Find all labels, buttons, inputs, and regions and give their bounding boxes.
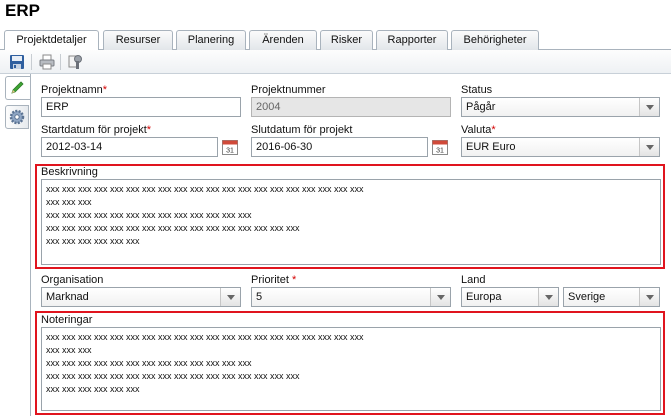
currency-value: EUR Euro xyxy=(466,141,516,153)
priority-select[interactable]: 5 xyxy=(251,287,451,307)
status-select[interactable]: Pågår xyxy=(461,97,660,117)
chevron-down-icon xyxy=(430,288,450,306)
organisation-value: Marknad xyxy=(46,291,89,303)
currency-label: Valuta* xyxy=(461,124,496,136)
tab-projektdetaljer[interactable]: Projektdetaljer xyxy=(4,30,99,51)
notes-line: xxx xxx xxx xxx xxx xxx xyxy=(46,384,140,394)
chevron-down-icon xyxy=(639,138,659,156)
tab-bar: Projektdetaljer Resurser Planering Ärend… xyxy=(0,30,671,51)
gear-icon xyxy=(9,109,25,125)
end-date-input[interactable]: 2016-06-30 xyxy=(251,137,428,157)
notes-textarea[interactable]: xxx xxx xxx xxx xxx xxx xxx xxx xxx xxx … xyxy=(41,327,661,411)
priority-value: 5 xyxy=(256,291,263,303)
status-value: Pågår xyxy=(466,101,496,113)
tab-arenden[interactable]: Ärenden xyxy=(249,30,317,50)
calendar-icon[interactable]: 31 xyxy=(221,138,239,156)
description-line: xxx xxx xxx xxx xxx xxx xxx xxx xxx xxx … xyxy=(46,223,300,233)
side-tab-edit[interactable] xyxy=(5,76,31,100)
project-name-label: Projektnamn* xyxy=(41,84,108,96)
tab-rapporter[interactable]: Rapporter xyxy=(376,30,448,50)
chevron-down-icon xyxy=(220,288,240,306)
save-icon[interactable] xyxy=(8,53,26,71)
print-icon[interactable] xyxy=(38,53,56,71)
tab-risker[interactable]: Risker xyxy=(320,30,373,50)
calendar-icon[interactable]: 31 xyxy=(431,138,449,156)
region-value: Europa xyxy=(466,291,502,303)
description-line: xxx xxx xxx xxx xxx xxx xyxy=(46,236,140,246)
country-label: Land xyxy=(461,274,486,286)
country-value: Sverige xyxy=(568,291,606,303)
notes-line: xxx xxx xxx xxx xxx xxx xxx xxx xxx xxx … xyxy=(46,358,252,368)
start-date-label: Startdatum för projekt* xyxy=(41,124,152,136)
priority-label: Prioritet * xyxy=(251,274,297,286)
project-name-input[interactable]: ERP xyxy=(41,97,241,117)
notes-line: xxx xxx xxx xxx xxx xxx xxx xxx xxx xxx … xyxy=(46,371,300,381)
notes-label: Noteringar xyxy=(41,314,93,326)
toolbar xyxy=(0,50,671,74)
notes-line: xxx xxx xxx xyxy=(46,345,92,355)
notes-line: xxx xxx xxx xxx xxx xxx xxx xxx xxx xxx … xyxy=(46,332,364,342)
chevron-down-icon xyxy=(538,288,558,306)
organisation-select[interactable]: Marknad xyxy=(41,287,241,307)
description-line: xxx xxx xxx xyxy=(46,197,92,207)
tab-behorigheter[interactable]: Behörigheter xyxy=(451,30,539,50)
description-label: Beskrivning xyxy=(41,166,98,178)
side-tab-settings[interactable] xyxy=(5,105,29,129)
description-textarea[interactable]: xxx xxx xxx xxx xxx xxx xxx xxx xxx xxx … xyxy=(41,179,661,265)
svg-text:31: 31 xyxy=(436,148,444,155)
page-title: ERP xyxy=(5,1,40,20)
chevron-down-icon xyxy=(639,98,659,116)
tab-resurser[interactable]: Resurser xyxy=(103,30,173,50)
tab-planering[interactable]: Planering xyxy=(176,30,246,50)
chevron-down-icon xyxy=(639,288,659,306)
start-date-input[interactable]: 2012-03-14 xyxy=(41,137,218,157)
country-select[interactable]: Sverige xyxy=(563,287,660,307)
project-number-label: Projektnummer xyxy=(251,84,326,96)
settings-tools-icon[interactable] xyxy=(66,53,84,71)
pencil-edit-icon xyxy=(11,81,24,94)
region-select[interactable]: Europa xyxy=(461,287,559,307)
svg-text:31: 31 xyxy=(226,148,234,155)
status-label: Status xyxy=(461,84,493,96)
description-line: xxx xxx xxx xxx xxx xxx xxx xxx xxx xxx … xyxy=(46,210,252,220)
organisation-label: Organisation xyxy=(41,274,104,286)
end-date-label: Slutdatum för projekt xyxy=(251,124,353,136)
description-line: xxx xxx xxx xxx xxx xxx xxx xxx xxx xxx … xyxy=(46,184,364,194)
toolbar-separator xyxy=(31,54,32,70)
currency-select[interactable]: EUR Euro xyxy=(461,137,660,157)
project-number-input: 2004 xyxy=(251,97,451,117)
toolbar-separator xyxy=(60,54,61,70)
